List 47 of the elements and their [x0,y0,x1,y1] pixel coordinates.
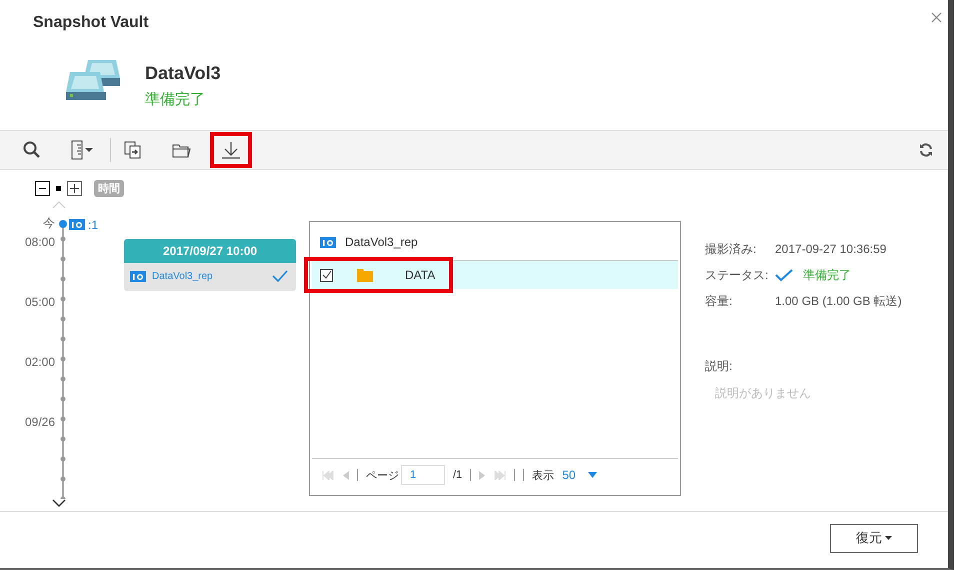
storage-drives-icon [66,60,122,102]
copy-icon [124,141,142,159]
time-scale-badge: 時間 [94,180,124,197]
folder-icon [357,268,373,282]
snapshot-count: :1 [88,219,98,231]
detail-value: 2017-09-27 10:36:59 [775,242,886,256]
file-panel-title: DataVol3_rep [345,235,418,249]
description-label: 説明: [705,358,734,375]
zoom-out-button[interactable] [35,181,50,196]
close-icon[interactable] [931,12,942,23]
download-icon [221,140,241,160]
snapshot-icon [69,219,85,230]
now-label: 今 [43,215,55,232]
page-total: /1 [453,469,462,481]
checkbox[interactable] [320,268,333,282]
detail-label: ステータス: [705,266,770,284]
search-icon [23,141,41,159]
caret-icon [588,472,597,478]
volume-status: 準備完了 [145,90,206,109]
page-input[interactable]: 1 [401,465,445,485]
status-value: 準備完了 [803,266,851,284]
time-label: 02:00 [24,355,55,371]
detail-label: 容量: [705,292,734,310]
check-icon [775,268,793,282]
restore-button[interactable]: 復元 [830,524,918,552]
description-text: 説明がありません [715,385,812,402]
snapshot-icon [130,270,146,282]
time-label: 08:00 [24,235,55,251]
per-page-label: 表示 [532,468,554,482]
zoom-level-icon [56,186,61,191]
snapshot-time: 2017/09/27 10:00 [124,239,296,263]
zoom-in-button[interactable] [67,181,82,196]
file-name: DATA [405,268,436,282]
per-page-dropdown[interactable]: 50 [562,468,597,482]
page-label: ページ [366,468,399,482]
folder-icon [172,142,191,158]
snapshot-name: DataVol3_rep [152,270,214,282]
time-label: 05:00 [24,295,55,311]
caret-icon [885,536,892,540]
snapshot-card[interactable]: 2017/09/27 10:00 DataVol3_rep [124,239,296,291]
plus-icon [68,182,81,195]
snapshot-icon [320,236,336,248]
time-label: 09/26 [24,415,55,431]
detail-label: 撮影済み: [705,240,758,258]
volume-name: DataVol3 [145,63,221,84]
detail-value: 1.00 GB (1.00 GB 転送) [775,292,902,310]
window-title: Snapshot Vault [33,14,149,32]
